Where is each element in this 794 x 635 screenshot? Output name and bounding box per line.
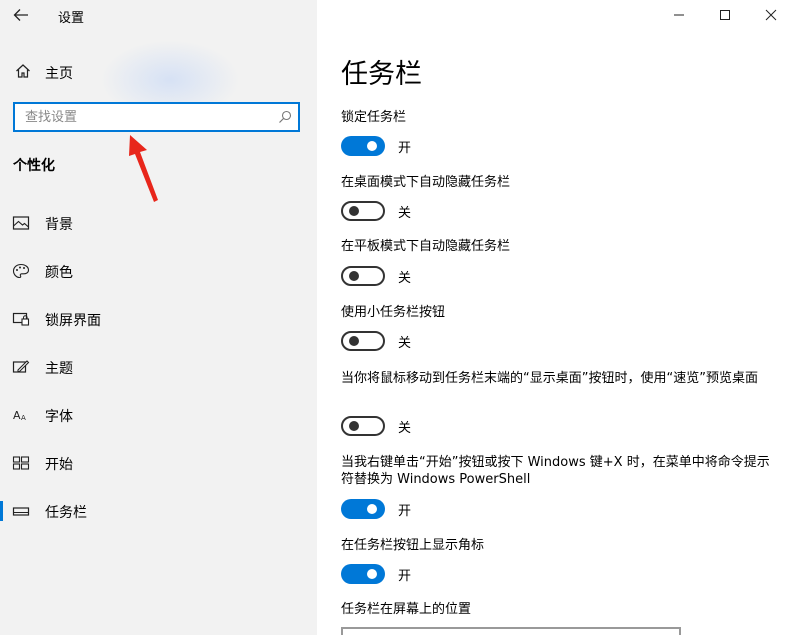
- theme-icon: [12, 360, 30, 373]
- toggle-state-label: 关: [398, 270, 412, 286]
- setting-toggle-row: 开: [341, 135, 411, 157]
- toggle-switch[interactable]: [341, 331, 385, 351]
- minimize-button[interactable]: [656, 0, 702, 30]
- toggle-switch[interactable]: [341, 136, 385, 156]
- sidebar-item-label: 背景: [45, 217, 73, 233]
- palette-icon: [12, 263, 30, 279]
- search-icon[interactable]: [278, 110, 292, 124]
- toggle-state-label: 关: [398, 205, 412, 221]
- sidebar-item-lock-screen[interactable]: 锁屏界面: [0, 301, 317, 337]
- close-icon: [765, 9, 777, 21]
- setting-label: 锁定任务栏: [341, 110, 407, 125]
- setting-label: 在平板模式下自动隐藏任务栏: [341, 239, 511, 254]
- sidebar-item-home[interactable]: 主页: [0, 55, 317, 87]
- sidebar-item-label: 字体: [45, 409, 73, 425]
- minimize-icon: [674, 14, 684, 16]
- search-box[interactable]: [13, 102, 300, 132]
- back-button[interactable]: [10, 4, 32, 26]
- setting-toggle-row: 开: [341, 563, 411, 585]
- toggle-knob: [367, 141, 377, 151]
- page-title: 任务栏: [341, 59, 422, 90]
- sidebar-item-label: 主题: [45, 361, 73, 377]
- sidebar-item-label: 开始: [45, 457, 73, 473]
- title-bar-left: 设置: [0, 0, 317, 30]
- taskbar-icon: [12, 507, 30, 516]
- setting-toggle-row: 关: [341, 330, 411, 352]
- sidebar: 设置 主页 个性化 背景 颜色: [0, 0, 317, 635]
- toggle-knob: [367, 569, 377, 579]
- font-icon: A A: [13, 409, 26, 422]
- main-pane: 任务栏 锁定任务栏 开 在桌面模式下自动隐藏任务栏 关 在平板模式下自动隐藏任务…: [317, 0, 794, 635]
- setting-label: 当我右键单击“开始”按钮或按下 Windows 键+X 时，在菜单中将命令提示符…: [341, 455, 770, 487]
- setting-toggle-row: 开: [341, 498, 411, 520]
- setting-toggle-row: 关: [341, 200, 411, 222]
- setting-label: 在桌面模式下自动隐藏任务栏: [341, 175, 511, 190]
- sidebar-item-label: 任务栏: [45, 505, 87, 521]
- setting-label: 在任务栏按钮上显示角标: [341, 538, 485, 553]
- toggle-knob: [349, 271, 359, 281]
- sidebar-item-taskbar[interactable]: 任务栏: [0, 493, 317, 529]
- toggle-knob: [349, 336, 359, 346]
- setting-toggle-row: 关: [341, 415, 411, 437]
- sidebar-item-fonts[interactable]: A A 字体: [0, 397, 317, 433]
- maximize-button[interactable]: [702, 0, 748, 30]
- annotation-arrow: [129, 135, 158, 202]
- sidebar-item-themes[interactable]: 主题: [0, 349, 317, 385]
- position-label: 任务栏在屏幕上的位置: [341, 602, 472, 617]
- sidebar-item-background[interactable]: 背景: [0, 205, 317, 241]
- svg-text:A: A: [21, 414, 26, 422]
- start-icon: [12, 456, 30, 470]
- position-dropdown[interactable]: [341, 627, 681, 635]
- toggle-state-label: 关: [398, 420, 412, 436]
- toggle-switch[interactable]: [341, 416, 385, 436]
- toggle-switch[interactable]: [341, 201, 385, 221]
- section-title: 个性化: [13, 158, 55, 174]
- sidebar-item-label: 锁屏界面: [45, 313, 101, 329]
- setting-label: 当你将鼠标移动到任务栏末端的“显示桌面”按钮时，使用“速览”预览桌面: [341, 371, 758, 386]
- back-arrow-icon: [13, 9, 28, 21]
- sidebar-item-start[interactable]: 开始: [0, 445, 317, 481]
- toggle-knob: [349, 206, 359, 216]
- close-button[interactable]: [748, 0, 794, 30]
- selected-indicator: [0, 501, 3, 521]
- setting-toggle-row: 关: [341, 265, 411, 287]
- window-controls: [656, 0, 794, 30]
- toggle-switch[interactable]: [341, 499, 385, 519]
- picture-icon: [12, 216, 30, 230]
- maximize-icon: [720, 10, 730, 20]
- sidebar-item-label: 主页: [45, 66, 73, 82]
- toggle-knob: [349, 421, 359, 431]
- toggle-knob: [367, 504, 377, 514]
- home-icon: [16, 64, 30, 78]
- lock-screen-icon: [12, 312, 30, 326]
- setting-label: 使用小任务栏按钮: [341, 305, 446, 320]
- sidebar-item-colors[interactable]: 颜色: [0, 253, 317, 289]
- search-input[interactable]: [25, 108, 265, 126]
- sidebar-item-label: 颜色: [45, 265, 73, 281]
- toggle-switch[interactable]: [341, 266, 385, 286]
- svg-text:A: A: [13, 409, 21, 422]
- toggle-switch[interactable]: [341, 564, 385, 584]
- app-title: 设置: [58, 11, 85, 26]
- toggle-state-label: 开: [398, 568, 412, 584]
- toggle-state-label: 开: [398, 503, 412, 519]
- toggle-state-label: 开: [398, 140, 412, 156]
- toggle-state-label: 关: [398, 335, 412, 351]
